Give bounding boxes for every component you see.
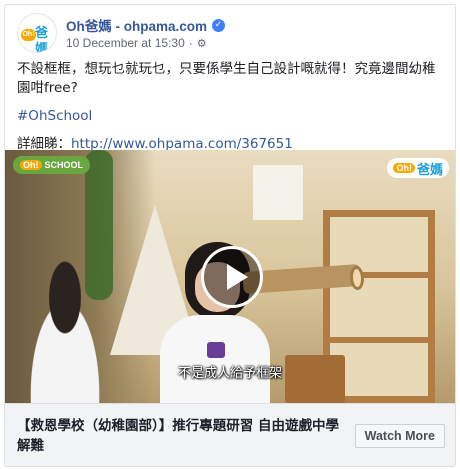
avatar-oh-badge: Oh! <box>21 29 36 41</box>
post-meta: 10 December at 15:30 · ⚙ <box>66 36 225 50</box>
post-header: Oh! 爸媽 Oh爸媽 - ohpama.com ✓ 10 December a… <box>17 13 226 53</box>
verified-badge-icon: ✓ <box>212 18 226 32</box>
page-avatar[interactable]: Oh! 爸媽 <box>17 13 57 53</box>
ohpama-logo: Oh! 爸媽 <box>387 158 449 178</box>
post-body-text: 不設框框，想玩乜就玩乜，只要係學生自己設計嘅就得！究竟邊間幼稚園咁free? <box>17 61 436 96</box>
avatar-brand-text: 爸媽 <box>35 26 49 53</box>
gear-icon[interactable]: ⚙ <box>197 37 207 50</box>
watch-more-button[interactable]: Watch More <box>354 424 445 448</box>
post-timestamp[interactable]: 10 December at 15:30 <box>66 36 185 50</box>
post-header-text: Oh爸媽 - ohpama.com ✓ 10 December at 15:30… <box>66 15 226 50</box>
page-name-link[interactable]: Oh爸媽 - ohpama.com <box>66 15 207 35</box>
page-name-row: Oh爸媽 - ohpama.com ✓ <box>66 15 226 35</box>
post-body: 不設框框，想玩乜就玩乜，只要係學生自己設計嘅就得！究竟邊間幼稚園咁free? #… <box>17 60 447 163</box>
play-button[interactable] <box>201 246 263 308</box>
facebook-post-card: Oh! 爸媽 Oh爸媽 - ohpama.com ✓ 10 December a… <box>4 4 456 467</box>
meta-separator: · <box>188 36 193 50</box>
video-caption: 不是成人給予框架 <box>177 366 282 381</box>
play-icon <box>227 264 248 290</box>
hashtag-link[interactable]: #OhSchool <box>17 108 92 124</box>
child-with-tube <box>160 315 270 403</box>
link-preview-title[interactable]: 【救恩學校（幼稚園部）】推行專題研習 自由遊戲中學解難 <box>17 416 342 456</box>
child-figure <box>15 260 115 403</box>
ohschool-logo: Oh! SCHOOL <box>13 156 91 174</box>
link-preview[interactable]: 【救恩學校（幼稚園部）】推行專題研習 自由遊戲中學解難 Watch More <box>5 403 455 466</box>
video-player[interactable]: Oh! SCHOOL Oh! 爸媽 不是成人給予框架 <box>5 150 455 403</box>
